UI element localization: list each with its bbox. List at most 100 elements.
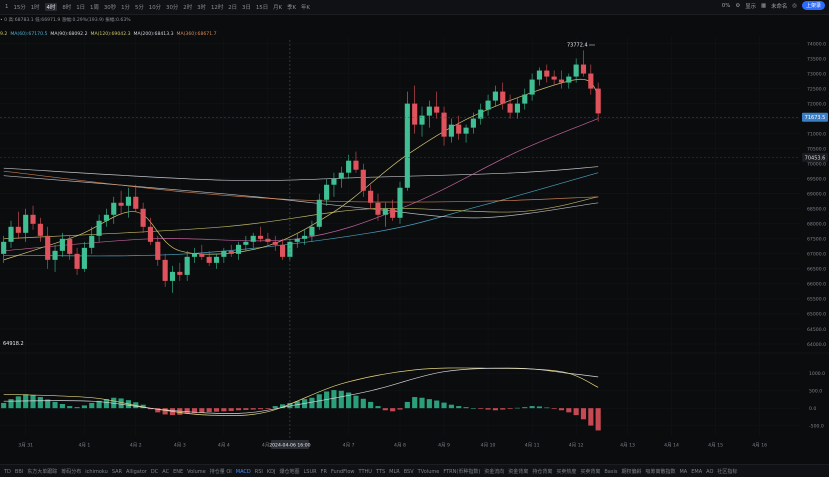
macd-bar [228,408,234,411]
macd-bar [456,406,462,409]
time-tick-label: 4月 14 [664,443,679,449]
ma-line-ma-120- [3,196,599,240]
price-tick-label: 70000.0 [807,162,826,168]
macd-bar [360,398,366,409]
indicator-tab-11[interactable]: 持仓量 OI [210,468,232,475]
price-tick-label: 67500.0 [807,237,826,243]
price-tick-label: 66500.0 [807,267,826,273]
macd-tick-label: 500.0 [809,389,822,395]
candle-body [500,91,506,104]
indicator-tab-21[interactable]: MLR [389,469,400,475]
candle-body [37,223,43,236]
candle-body [382,208,388,215]
indicator-tab-2[interactable]: 东方大单跟踪 [27,468,57,475]
macd-bar [265,408,271,409]
indicator-tabs: TD BBI 东方大单跟踪 筹码分布 ichimoku SAR Alligato… [0,464,829,477]
candle-body [456,124,462,134]
indicator-tab-1[interactable]: BBI [15,469,23,475]
price-tick-label: 64000.0 [807,342,826,348]
indicator-tab-26[interactable]: 资金背离 [508,468,528,475]
candle-body [257,235,264,239]
macd-bar [235,408,242,411]
time-tick-label: 4月 11 [525,443,540,449]
macd-bar [588,408,594,426]
candle-body [470,118,476,128]
candle-body [492,91,498,101]
macd-bar [390,408,396,412]
candle-body [448,124,454,137]
candle-body [199,253,205,257]
candle-body [580,64,587,74]
indicator-tab-24[interactable]: FTRN(币种指数) [443,468,480,475]
indicator-tab-14[interactable]: KDJ [267,469,276,475]
candle-body [155,241,161,260]
indicator-tab-28[interactable]: 买卖热度 [556,468,576,475]
indicator-tab-19[interactable]: TTHU [358,469,371,475]
indicator-tab-12[interactable]: MACD [236,469,251,475]
indicator-tab-34[interactable]: EMA [691,469,702,475]
indicator-tab-9[interactable]: ENE [173,469,183,475]
macd-tick-label: 0.0 [809,406,816,412]
indicator-tab-32[interactable]: 吸筹离散指数 [645,468,675,475]
macd-bar [8,399,14,409]
macd-bar [382,408,388,411]
candle-body [441,112,447,137]
indicator-tab-36[interactable]: 社区指标 [717,468,737,475]
candle-body [324,184,330,200]
price-tick-label: 65000.0 [807,312,826,318]
indicator-tab-18[interactable]: FundFlow [331,469,355,475]
indicator-tab-3[interactable]: 筹码分布 [61,468,81,475]
time-tick-label: 4月 8 [394,443,406,449]
macd-tick-label: -500.0 [809,423,824,429]
macd-bar [67,406,73,409]
low-annotation: 64918.2 [3,341,24,347]
price-tick-label: 64500.0 [807,327,826,333]
indicator-tab-27[interactable]: 持仓背离 [532,468,552,475]
time-tick-label: 4月 13 [620,443,635,449]
price-tick-label: 68500.0 [807,207,826,213]
indicator-tab-20[interactable]: TTS [376,469,385,475]
candle-body [191,253,198,257]
indicator-tab-23[interactable]: TVolume [418,469,440,475]
indicator-tab-33[interactable]: MA [679,469,687,475]
macd-bar [404,401,410,409]
indicator-tab-17[interactable]: FR [321,469,327,475]
macd-bar [434,400,440,409]
macd-bar [544,407,550,409]
indicator-tab-30[interactable]: Basis [604,469,617,475]
candle-body [23,214,29,233]
candle-body [368,190,374,203]
indicator-tab-5[interactable]: SAR [112,469,122,475]
indicator-tab-8[interactable]: AC [162,469,169,475]
indicator-tab-29[interactable]: 买卖背离 [580,468,600,475]
macd-bar [74,407,80,409]
indicator-tab-35[interactable]: AO [706,469,713,475]
macd-bar [59,404,65,409]
indicator-tab-22[interactable]: BSV [404,469,414,475]
chart-canvas[interactable]: 74000.073500.073000.072500.072000.071500… [0,0,829,477]
macd-bar [426,399,432,409]
indicator-tab-15[interactable]: 爆仓地图 [279,468,299,475]
indicator-tab-0[interactable]: TD [4,469,11,475]
indicator-tab-4[interactable]: ichimoku [85,469,108,475]
macd-bar [441,402,447,409]
macd-bar [375,406,381,409]
macd-bar [514,407,520,409]
time-tick-label: 4月 12 [569,443,584,449]
indicator-tab-6[interactable]: Alligator [126,469,147,475]
indicator-tab-10[interactable]: Volume [187,469,206,475]
ma-line-ma-360- [3,170,599,203]
indicator-tab-7[interactable]: DC [151,469,158,475]
candle-body [118,202,124,206]
candle-body [45,235,51,260]
indicator-tab-31[interactable]: 期权偏斜 [621,468,641,475]
indicator-tab-16[interactable]: LSUR [304,469,317,475]
price-tick-label: 72000.0 [807,101,826,107]
candle-body [59,238,65,251]
candle-body [331,178,337,185]
candle-body [221,250,227,257]
indicator-tab-25[interactable]: 资金流向 [484,468,504,475]
macd-bar [162,408,168,415]
indicator-tab-13[interactable]: RSI [255,469,263,475]
price-tick-label: 72500.0 [807,86,826,92]
